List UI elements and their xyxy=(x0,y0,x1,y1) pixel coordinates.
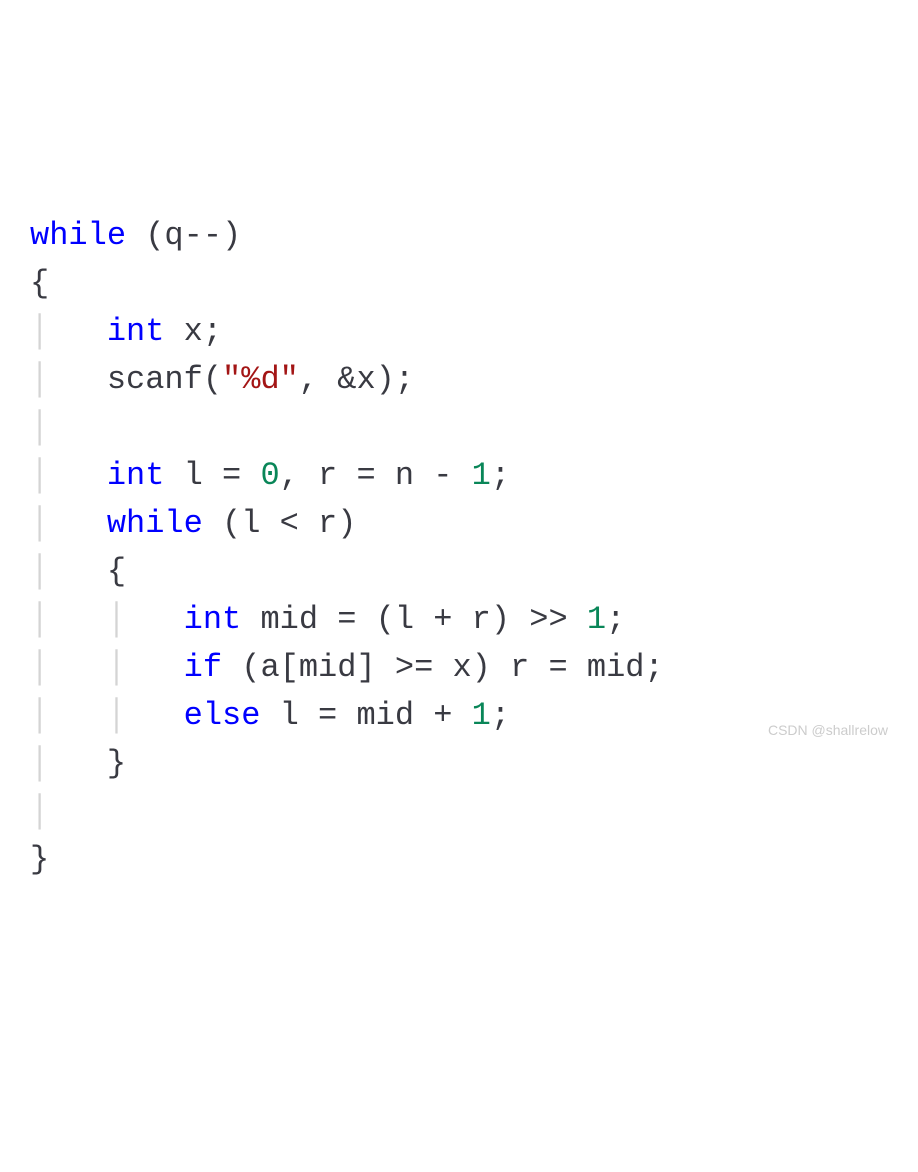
code-block: while (q--) { │ int x; │ scanf("%d", &x)… xyxy=(30,212,888,884)
watermark-text: CSDN @shallrelow xyxy=(768,720,888,741)
